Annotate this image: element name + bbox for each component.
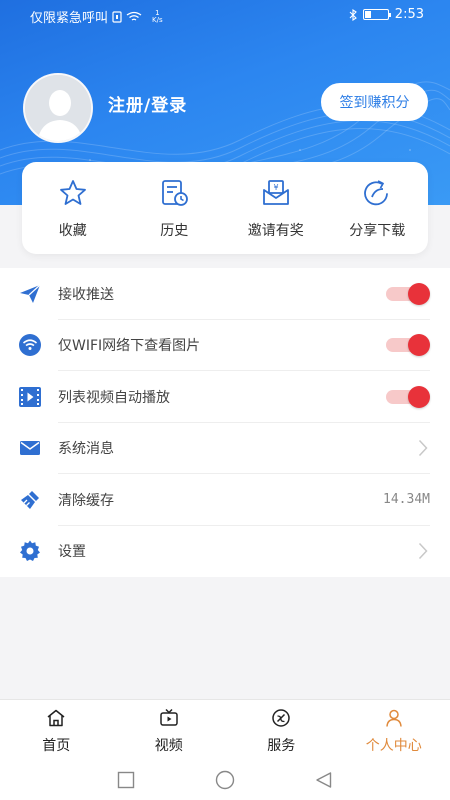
person-icon <box>386 709 402 727</box>
tab-video[interactable]: 视频 <box>113 700 226 759</box>
quick-action-history[interactable]: 历史 <box>124 162 226 254</box>
tab-label: 个人中心 <box>365 738 422 754</box>
tab-service[interactable]: 服务 <box>225 700 338 759</box>
video-icon <box>19 386 41 407</box>
quick-action-label: 收藏 <box>58 223 87 239</box>
wifi-icon <box>19 334 41 357</box>
star-icon <box>59 180 86 205</box>
setting-autoplay-video[interactable]: 列表视频自动播放 <box>0 371 450 423</box>
wifi-images-toggle[interactable] <box>386 334 430 357</box>
back-nav-icon[interactable] <box>315 771 333 789</box>
setting-label: 仅WIFI网络下查看图片 <box>58 338 201 355</box>
setting-wifi-images[interactable]: 仅WIFI网络下查看图片 <box>0 320 450 371</box>
login-register-link[interactable]: 注册/登录 <box>108 91 187 116</box>
history-icon <box>162 180 189 206</box>
signin-earn-points-button[interactable]: 签到赚积分 <box>321 83 428 121</box>
svg-text:¥: ¥ <box>273 183 278 192</box>
invite-reward-icon: ¥ <box>262 180 289 205</box>
chevron-right-icon <box>418 543 428 560</box>
quick-action-label: 邀请有奖 <box>247 223 304 239</box>
service-icon <box>272 709 290 727</box>
quick-action-favorites[interactable]: 收藏 <box>22 162 124 254</box>
setting-clear-cache[interactable]: 清除缓存 14.34M <box>0 474 450 526</box>
tab-label: 首页 <box>42 738 71 754</box>
setting-label: 设置 <box>58 544 86 561</box>
avatar[interactable] <box>23 73 93 143</box>
quick-actions-card: 收藏 历史 ¥ 邀请有奖 分享下载 <box>22 162 428 254</box>
setting-settings[interactable]: 设置 <box>0 526 450 578</box>
setting-label: 列表视频自动播放 <box>58 389 170 406</box>
quick-action-label: 历史 <box>160 223 189 239</box>
home-nav-icon[interactable] <box>215 770 235 790</box>
bluetooth-icon <box>349 8 357 21</box>
network-speed: 1 K/s <box>152 8 163 24</box>
mail-icon <box>20 441 40 456</box>
setting-label: 系统消息 <box>58 441 114 458</box>
sim-icon <box>112 10 122 23</box>
receive-push-toggle[interactable] <box>386 282 430 305</box>
setting-label: 接收推送 <box>58 286 114 303</box>
share-icon <box>364 180 389 206</box>
setting-label: 清除缓存 <box>58 492 114 509</box>
send-icon <box>20 284 41 303</box>
system-nav-bar <box>0 759 450 800</box>
settings-list: 接收推送 仅WIFI网络下查看图片 列表视频自动播放 系统消息 清除缓存 14.… <box>0 268 450 577</box>
quick-action-invite[interactable]: ¥ 邀请有奖 <box>225 162 327 254</box>
quick-action-label: 分享下载 <box>349 223 406 239</box>
tab-label: 视频 <box>154 738 183 754</box>
quick-action-share[interactable]: 分享下载 <box>327 162 429 254</box>
autoplay-video-toggle[interactable] <box>386 385 430 408</box>
chevron-right-icon <box>418 440 428 457</box>
tab-home[interactable]: 首页 <box>0 700 113 759</box>
cache-size-value: 14.34M <box>383 492 430 508</box>
wifi-status-icon <box>126 11 142 21</box>
bottom-tab-bar: 首页 视频 服务 个人中心 <box>0 699 450 759</box>
gear-icon <box>20 540 40 562</box>
setting-receive-push[interactable]: 接收推送 <box>0 268 450 320</box>
tab-label: 服务 <box>267 738 296 754</box>
home-icon <box>47 709 65 727</box>
carrier-text: 仅限紧急呼叫 <box>30 11 109 26</box>
setting-system-messages[interactable]: 系统消息 <box>0 423 450 474</box>
clock: 2:53 <box>394 7 424 22</box>
status-bar: 仅限紧急呼叫 1 K/s 2:53 <box>0 0 450 30</box>
broom-icon <box>21 490 39 509</box>
tv-icon <box>160 708 178 726</box>
battery-icon <box>362 9 391 20</box>
recent-apps-icon[interactable] <box>117 771 135 789</box>
tab-profile[interactable]: 个人中心 <box>338 700 450 759</box>
